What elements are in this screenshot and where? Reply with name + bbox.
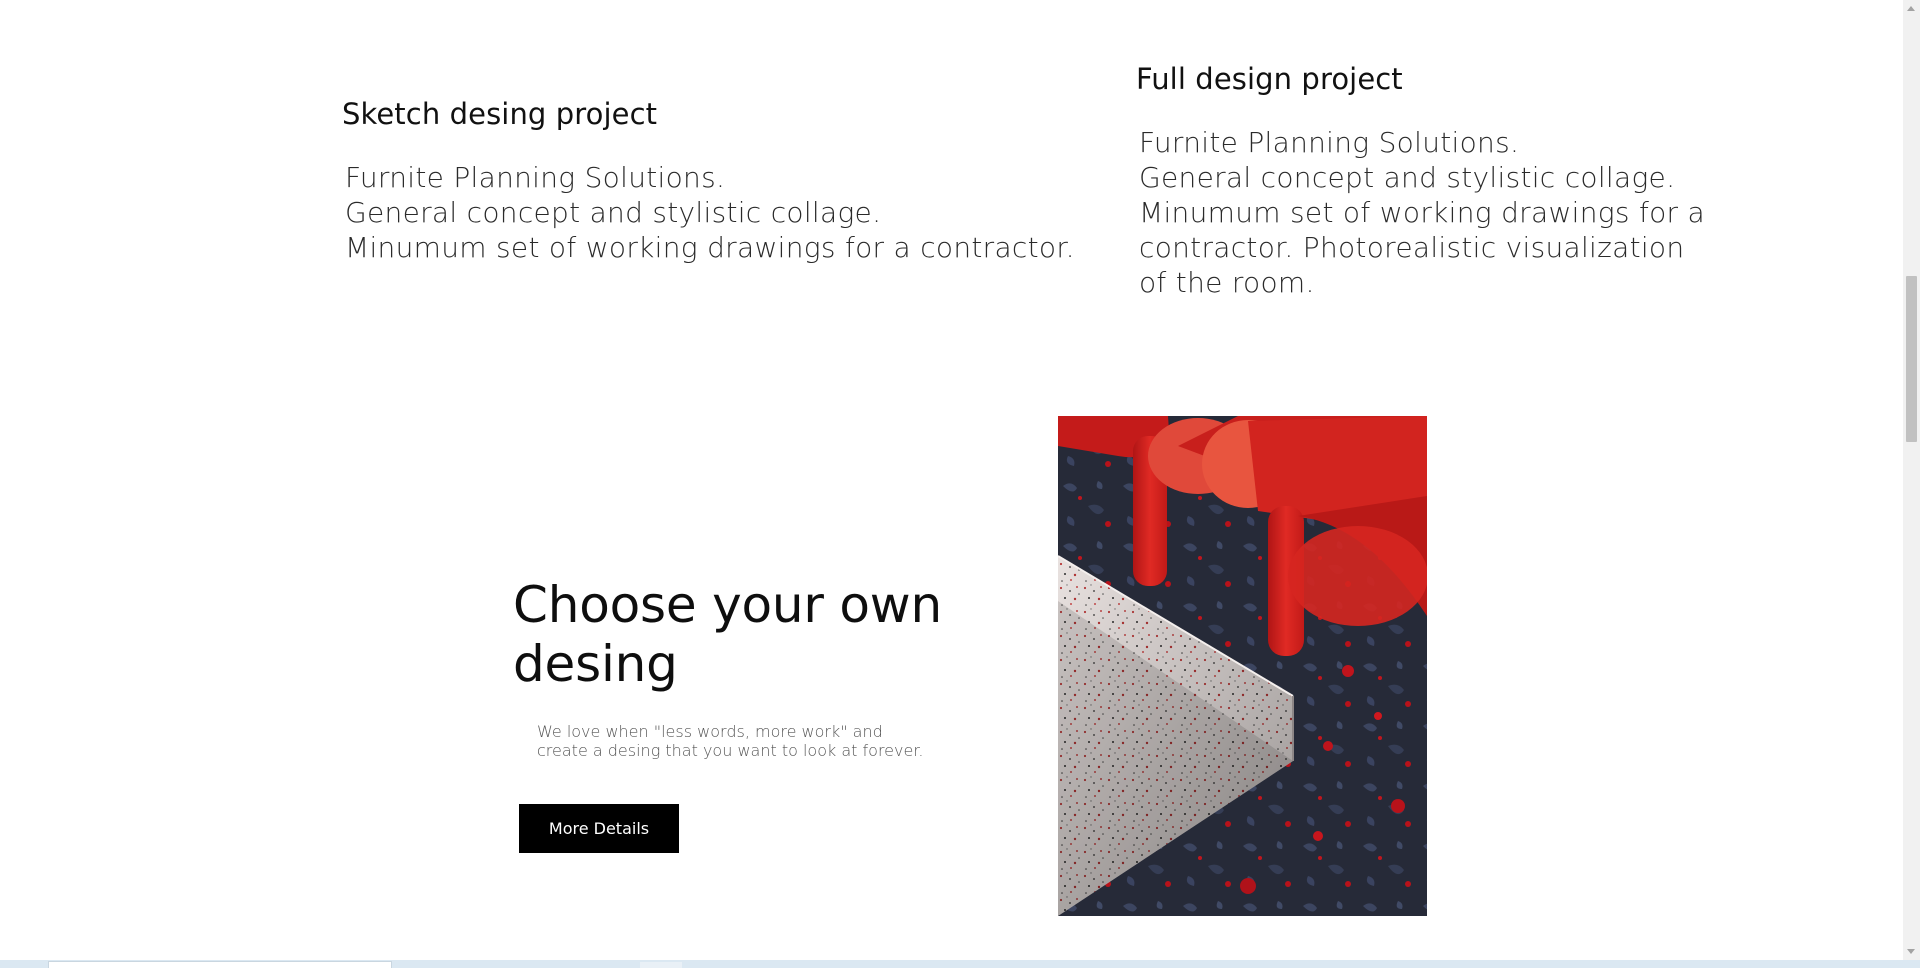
plan-title: Sketch desing project bbox=[342, 97, 658, 131]
page-scrollbar[interactable] bbox=[1903, 0, 1920, 960]
feature-desc-line: create a desing that you want to look at… bbox=[537, 741, 924, 760]
scroll-up-icon[interactable] bbox=[1907, 6, 1915, 11]
feature-heading-line: Choose your own bbox=[513, 576, 942, 634]
plan-description: Furnite Planning Solutions. General conc… bbox=[1136, 125, 1736, 300]
page: Sketch desing project Furnite Planning S… bbox=[0, 0, 1920, 968]
plan-title: Full design project bbox=[1136, 62, 1403, 96]
plan-line: of the room. bbox=[1139, 266, 1315, 299]
plan-description: Furnite Planning Solutions. General conc… bbox=[342, 160, 1102, 265]
feature-desc-line: We love when "less words, more work" and bbox=[537, 722, 883, 741]
bottom-tab[interactable] bbox=[640, 962, 682, 968]
plan-sketch: Sketch desing project Furnite Planning S… bbox=[342, 96, 1102, 265]
feature-heading: Choose your own desing bbox=[513, 576, 973, 694]
feature-heading-line: desing bbox=[513, 635, 678, 693]
plan-line: Minumum set of working drawings for a bbox=[1139, 196, 1706, 229]
plan-full: Full design project Furnite Planning Sol… bbox=[1136, 61, 1736, 300]
plan-line: Furnite Planning Solutions. bbox=[1139, 126, 1520, 159]
plan-line: General concept and stylistic collage. bbox=[345, 196, 882, 229]
plan-line: General concept and stylistic collage. bbox=[1139, 161, 1676, 194]
plan-line: Minumum set of working drawings for a co… bbox=[345, 231, 1075, 264]
scrollbar-thumb[interactable] bbox=[1906, 276, 1917, 442]
bottom-bar bbox=[0, 960, 1920, 968]
scroll-down-icon[interactable] bbox=[1907, 949, 1915, 954]
bottom-tab[interactable] bbox=[48, 961, 392, 968]
feature-description: We love when "less words, more work" and… bbox=[537, 722, 957, 760]
plan-line: Furnite Planning Solutions. bbox=[345, 161, 726, 194]
feature-photo bbox=[1058, 416, 1427, 916]
more-details-button[interactable]: More Details bbox=[519, 804, 679, 853]
plan-line: contractor. Photorealistic visualization bbox=[1139, 231, 1685, 264]
furniture-photo-illustration bbox=[1058, 416, 1427, 916]
